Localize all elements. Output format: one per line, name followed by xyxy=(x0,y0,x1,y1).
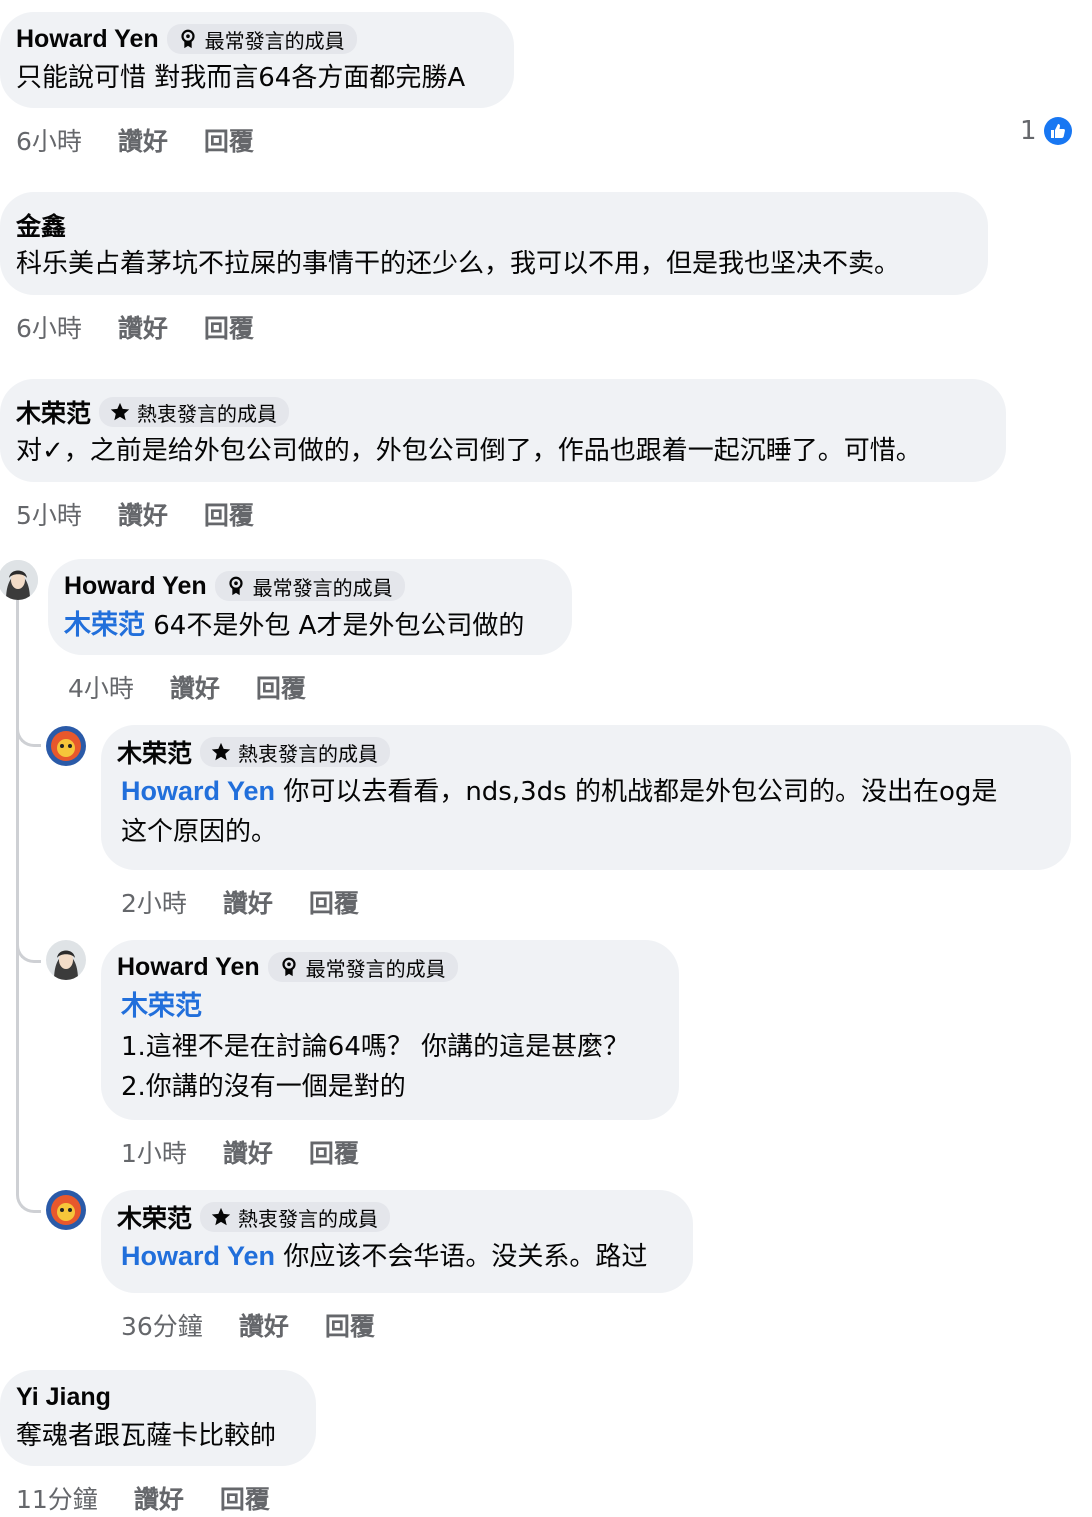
badge-label: 熱衷發言的成員 xyxy=(238,741,379,766)
avatar-image xyxy=(46,726,86,766)
comment-bubble: Yi Jiang 奪魂者跟瓦薩卡比較帥 xyxy=(0,1370,316,1466)
like-button[interactable]: 讚好 xyxy=(239,1307,289,1343)
comment-actions: 5小時 讚好 回覆 xyxy=(16,496,254,532)
badge-label: 最常發言的成員 xyxy=(204,28,345,53)
avatar-image xyxy=(46,940,86,980)
reaction-summary[interactable]: 1 xyxy=(1020,116,1073,146)
star-icon xyxy=(211,742,231,761)
reply-button[interactable]: 回覆 xyxy=(309,1134,359,1170)
avatar[interactable] xyxy=(46,940,86,980)
avatar[interactable] xyxy=(0,560,38,600)
top-contributor-icon xyxy=(229,576,243,596)
comment-author[interactable]: 木荣范 xyxy=(117,734,192,770)
reply-button[interactable]: 回覆 xyxy=(309,884,359,920)
avatar[interactable] xyxy=(46,1190,86,1230)
reaction-count: 1 xyxy=(1020,116,1037,146)
comment-time[interactable]: 6小時 xyxy=(16,122,82,158)
comment-text: 木荣范 1.這裡不是在討論64嗎？ 你講的這是甚麼？ 2.你講的沒有一個是對的 xyxy=(121,991,630,1102)
thread-branch xyxy=(16,1160,41,1213)
comment-author[interactable]: Howard Yen xyxy=(16,25,159,54)
comment-author[interactable]: 木荣范 xyxy=(117,1199,192,1235)
like-button[interactable]: 讚好 xyxy=(170,669,220,705)
top-contributor-icon xyxy=(282,957,296,977)
comment-author[interactable]: 金鑫 xyxy=(16,207,66,243)
comment-time[interactable]: 11分鐘 xyxy=(16,1480,98,1516)
avatar-image xyxy=(46,1190,86,1230)
comment-actions: 6小時 讚好 回覆 xyxy=(16,309,254,345)
thread-branch xyxy=(16,910,41,963)
member-badge[interactable]: 最常發言的成員 xyxy=(267,952,458,982)
comment-text: Howard Yen 你应该不会华语。没关系。路过 xyxy=(121,1241,648,1272)
like-button[interactable]: 讚好 xyxy=(118,496,168,532)
comment-author[interactable]: Howard Yen xyxy=(117,953,260,982)
star-icon xyxy=(110,402,130,421)
member-badge[interactable]: 熱衷發言的成員 xyxy=(200,737,391,767)
comment-time[interactable]: 4小時 xyxy=(68,669,134,705)
reply-button[interactable]: 回覆 xyxy=(256,669,306,705)
comment-actions: 2小時 讚好 回覆 xyxy=(121,884,359,920)
like-button[interactable]: 讚好 xyxy=(223,1134,273,1170)
badge-label: 最常發言的成員 xyxy=(305,956,446,981)
reply-button[interactable]: 回覆 xyxy=(325,1307,375,1343)
thread-line xyxy=(16,600,19,1190)
star-icon xyxy=(211,1207,231,1226)
reply-button[interactable]: 回覆 xyxy=(204,496,254,532)
member-badge[interactable]: 最常發言的成員 xyxy=(166,24,357,54)
avatar[interactable] xyxy=(46,726,86,766)
mention-link[interactable]: Howard Yen xyxy=(121,1241,275,1271)
comment-actions: 36分鐘 讚好 回覆 xyxy=(121,1307,375,1343)
top-contributor-icon xyxy=(181,29,195,49)
member-badge[interactable]: 熱衷發言的成員 xyxy=(200,1202,391,1232)
comment-time[interactable]: 1小時 xyxy=(121,1134,187,1170)
comment-time[interactable]: 36分鐘 xyxy=(121,1307,203,1343)
member-badge[interactable]: 熱衷發言的成員 xyxy=(99,397,290,427)
comment-time[interactable]: 6小時 xyxy=(16,309,82,345)
like-button[interactable]: 讚好 xyxy=(118,122,168,158)
comment-actions: 1小時 讚好 回覆 xyxy=(121,1134,359,1170)
badge-label: 熱衷發言的成員 xyxy=(137,401,278,426)
reply-bubble: Howard Yen 最常發言的成員 木荣范 64不是外包 A才是外包公司做的 xyxy=(48,559,572,655)
comment-text: 奪魂者跟瓦薩卡比較帥 xyxy=(16,1421,277,1451)
like-button[interactable]: 讚好 xyxy=(134,1480,184,1516)
comment-bubble: 金鑫 科乐美占着茅坑不拉屎的事情干的还少么，我可以不用，但是我也坚决不卖。 xyxy=(0,192,988,295)
comment-author[interactable]: Yi Jiang xyxy=(16,1383,111,1412)
mention-link[interactable]: 木荣范 xyxy=(64,610,145,640)
comment-text: 对✓，之前是给外包公司做的，外包公司倒了，作品也跟着一起沉睡了。可惜。 xyxy=(16,436,922,466)
comment-bubble: 木荣范 熱衷發言的成員 对✓，之前是给外包公司做的，外包公司倒了，作品也跟着一起… xyxy=(0,379,1006,482)
like-icon xyxy=(1043,117,1072,145)
comment-actions: 11分鐘 讚好 回覆 xyxy=(16,1480,270,1516)
reply-bubble: 木荣范 熱衷發言的成員 Howard Yen 你应该不会华语。没关系。路过 xyxy=(101,1190,693,1293)
reply-button[interactable]: 回覆 xyxy=(204,309,254,345)
comment-text: 科乐美占着茅坑不拉屎的事情干的还少么，我可以不用，但是我也坚决不卖。 xyxy=(16,249,901,279)
reply-button[interactable]: 回覆 xyxy=(220,1480,270,1516)
comment-author[interactable]: 木荣范 xyxy=(16,394,91,430)
comment-actions: 4小時 讚好 回覆 xyxy=(68,669,306,705)
comment-text: 木荣范 64不是外包 A才是外包公司做的 xyxy=(64,610,525,641)
badge-label: 熱衷發言的成員 xyxy=(238,1206,379,1231)
comment-bubble: Howard Yen 最常發言的成員 只能說可惜 對我而言64各方面都完勝A xyxy=(0,12,514,108)
like-button[interactable]: 讚好 xyxy=(223,884,273,920)
comment-text: 只能說可惜 對我而言64各方面都完勝A xyxy=(16,63,466,93)
comment-text: Howard Yen 你可以去看看，nds,3ds 的机战都是外包公司的。没出在… xyxy=(121,776,998,847)
mention-link[interactable]: 木荣范 xyxy=(121,991,202,1021)
comment-time[interactable]: 2小時 xyxy=(121,884,187,920)
comment-time[interactable]: 5小時 xyxy=(16,496,82,532)
avatar-image xyxy=(0,560,38,600)
badge-label: 最常發言的成員 xyxy=(252,575,393,600)
reply-bubble: Howard Yen 最常發言的成員 木荣范 1.這裡不是在討論64嗎？ 你講的… xyxy=(101,940,679,1120)
like-button[interactable]: 讚好 xyxy=(118,309,168,345)
comment-actions: 6小時 讚好 回覆 xyxy=(16,122,254,158)
thread-branch xyxy=(16,700,41,747)
mention-link[interactable]: Howard Yen xyxy=(121,776,275,806)
reply-bubble: 木荣范 熱衷發言的成員 Howard Yen 你可以去看看，nds,3ds 的机… xyxy=(101,725,1071,870)
comment-author[interactable]: Howard Yen xyxy=(64,572,207,601)
member-badge[interactable]: 最常發言的成員 xyxy=(214,571,405,601)
reply-button[interactable]: 回覆 xyxy=(204,122,254,158)
